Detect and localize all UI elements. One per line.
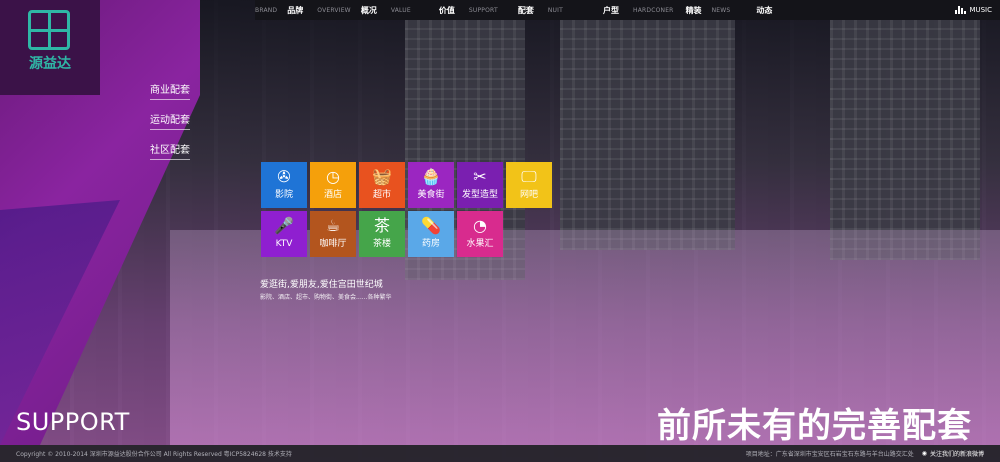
tile-ktv[interactable]: 🎤 KTV xyxy=(261,211,307,257)
nav-item-value[interactable]: VALUE 价值 xyxy=(391,0,469,20)
footer-copyright: Copyright © 2010-2014 深圳市源益达股份合作公司 All R… xyxy=(16,451,292,458)
side-menu: 商业配套 运动配套 社区配套 xyxy=(150,78,190,168)
tile-label: 茶楼 xyxy=(372,239,391,249)
tile-label: KTV xyxy=(275,239,293,249)
cupcake-icon: 🧁 xyxy=(421,167,441,186)
tile-hair-salon[interactable]: ✂ 发型造型 xyxy=(457,162,503,208)
nav-item-unit[interactable]: NUIT 户型 xyxy=(548,0,633,20)
nav-cn-label: 精装 xyxy=(685,5,702,15)
shopping-basket-icon: 🧺 xyxy=(372,167,392,186)
tea-icon: 茶 xyxy=(373,216,390,235)
nav-cn-label: 品牌 xyxy=(287,5,304,15)
nav-cn-label: 概况 xyxy=(360,5,377,15)
nav-cn-label: 户型 xyxy=(602,5,619,15)
nav-item-support[interactable]: SUPPORT 配套 xyxy=(469,0,548,20)
tile-label: 影院 xyxy=(274,190,293,200)
pill-icon: 💊 xyxy=(421,216,441,235)
nav-en-label: SUPPORT xyxy=(468,6,498,14)
slogan-line-1: 爱逛街,爱朋友,爱住宫田世纪城 xyxy=(260,280,383,290)
scissors-icon: ✂ xyxy=(473,167,487,186)
monitor-icon: 🖵 xyxy=(521,167,537,186)
nav-cn-label: 动态 xyxy=(756,5,773,15)
film-reel-icon: ✇ xyxy=(277,167,291,186)
side-menu-item-commercial[interactable]: 商业配套 xyxy=(150,81,190,100)
tile-supermarket[interactable]: 🧺 超市 xyxy=(359,162,405,208)
tile-label: 水果汇 xyxy=(466,239,494,249)
nav-en-label: BRAND xyxy=(255,6,278,14)
nav-cn-label: 价值 xyxy=(438,5,455,15)
section-title-en: SUPPORT xyxy=(16,408,130,436)
nav-item-hardcover[interactable]: HARDCONER 精装 xyxy=(633,0,712,20)
footer-address: 项目地址：广东省深圳市宝安区石岩宝石东路与羊台山路交汇处 xyxy=(745,451,914,458)
background-tower-2 xyxy=(560,20,735,250)
tile-teahouse[interactable]: 茶茶楼 xyxy=(359,211,405,257)
tile-label: 美食街 xyxy=(417,190,445,200)
music-toggle[interactable]: MUSIC xyxy=(955,0,992,20)
weibo-icon: ◉ xyxy=(921,450,927,457)
tile-cinema[interactable]: ✇ 影院 xyxy=(261,162,307,208)
background-tower-3 xyxy=(830,20,980,260)
nav-en-label: VALUE xyxy=(390,6,411,14)
tile-food-street[interactable]: 🧁 美食街 xyxy=(408,162,454,208)
nav-en-label: HARDCONER xyxy=(632,6,674,14)
tile-label: 酒店 xyxy=(323,190,342,200)
nav-en-label: NUIT xyxy=(547,6,563,14)
tile-pharmacy[interactable]: 💊 药房 xyxy=(408,211,454,257)
side-menu-item-community[interactable]: 社区配套 xyxy=(150,141,190,160)
slogan: 爱逛街,爱朋友,爱住宫田世纪城 影院、酒店、超市、购物街、美食会......各种… xyxy=(260,277,391,301)
nav-cn-label: 配套 xyxy=(517,5,534,15)
tile-label: 网吧 xyxy=(519,190,538,200)
side-menu-item-sports[interactable]: 运动配套 xyxy=(150,111,190,130)
tile-fruit[interactable]: ◔ 水果汇 xyxy=(457,211,503,257)
footer: Copyright © 2010-2014 深圳市源益达股份合作公司 All R… xyxy=(0,445,1000,462)
slogan-line-2: 影院、酒店、超市、购物街、美食会......各种繁华 xyxy=(260,294,392,301)
nav-en-label: NEWS xyxy=(711,6,731,14)
nav-item-brand[interactable]: BRAND 品牌 xyxy=(255,0,317,20)
tile-internet-cafe[interactable]: 🖵 网吧 xyxy=(506,162,552,208)
logo-mark-icon xyxy=(28,10,70,50)
nav-item-overview[interactable]: OVERVIEW 概况 xyxy=(317,0,391,20)
tile-hotel[interactable]: ◷ 酒店 xyxy=(310,162,356,208)
logo-text: 源益达 xyxy=(29,56,71,72)
tile-label: 发型造型 xyxy=(461,190,498,200)
nav-en-label: OVERVIEW xyxy=(317,6,351,14)
weibo-link[interactable]: ◉ 关注我们的新浪微博 xyxy=(922,449,984,458)
microphone-icon: 🎤 xyxy=(274,216,294,235)
weibo-label: 关注我们的新浪微博 xyxy=(929,451,984,458)
music-bars-icon xyxy=(955,6,967,14)
logo[interactable]: 源益达 xyxy=(0,0,100,95)
tile-label: 药房 xyxy=(421,239,440,249)
clock-icon: ◷ xyxy=(326,167,340,186)
coffee-cup-icon: ☕ xyxy=(325,216,341,235)
tile-coffee[interactable]: ☕ 咖啡厅 xyxy=(310,211,356,257)
top-navigation: BRAND 品牌 OVERVIEW 概况 VALUE 价值 SUPPORT 配套… xyxy=(255,0,1000,20)
tile-label: 咖啡厅 xyxy=(319,239,347,249)
music-label: MUSIC xyxy=(969,6,992,14)
nav-item-news[interactable]: NEWS 动态 xyxy=(712,0,783,20)
section-headline: 前所未有的完善配套 xyxy=(657,406,972,446)
tile-label: 超市 xyxy=(372,190,391,200)
pacman-icon: ◔ xyxy=(473,216,487,235)
